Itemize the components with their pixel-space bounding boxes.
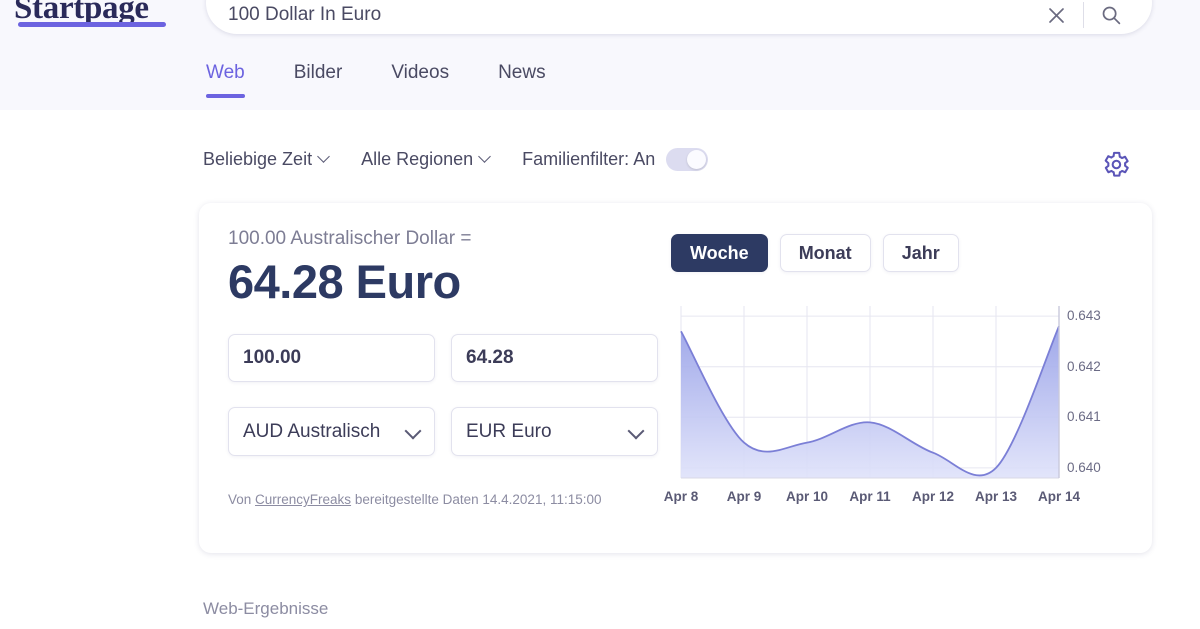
chart-svg	[680, 306, 1060, 479]
x-axis-tick-label: Apr 8	[663, 489, 699, 504]
time-filter-dropdown[interactable]: Beliebige Zeit	[203, 149, 330, 170]
y-axis-tick-label: 0.642	[1067, 358, 1101, 374]
attrib-suffix: bereitgestellte Daten 14.4.2021, 11:15:0…	[351, 492, 602, 508]
search-tabs: Web Bilder Videos News	[206, 62, 595, 98]
web-results-heading: Web-Ergebnisse	[203, 599, 329, 618]
y-axis-tick-label: 0.641	[1067, 409, 1101, 425]
region-filter-label: Alle Regionen	[361, 149, 474, 169]
currency-from-select[interactable]: AUD Australisch	[228, 407, 435, 457]
submit-search-button[interactable]	[1094, 0, 1128, 32]
attrib-prefix: Von	[228, 492, 256, 508]
chevron-down-icon	[319, 152, 330, 163]
time-filter-label: Beliebige Zeit	[203, 149, 313, 169]
x-axis-tick-label: Apr 12	[911, 489, 955, 504]
filter-bar: Beliebige Zeit Alle Regionen Familienfil…	[203, 148, 709, 171]
search-input[interactable]	[228, 4, 1039, 26]
currency-converter-card: 100.00 Australischer Dollar = 64.28 Euro…	[199, 203, 1152, 553]
search-bar-icons	[1039, 0, 1128, 32]
settings-button[interactable]	[1096, 145, 1134, 183]
x-axis-tick-label: Apr 9	[726, 489, 762, 504]
toggle-knob	[687, 150, 707, 169]
range-selector: Woche Monat Jahr	[671, 234, 1131, 272]
tab-news[interactable]: News	[498, 62, 546, 98]
currencyfreaks-link[interactable]: CurrencyFreaks	[255, 492, 351, 507]
family-filter-toggle[interactable]	[666, 148, 709, 171]
currency-to-select[interactable]: EUR Euro	[451, 407, 658, 457]
logo-underline-swoosh	[18, 22, 166, 27]
search-icon	[1102, 6, 1120, 24]
y-axis-tick-label: 0.643	[1067, 308, 1101, 324]
tab-web[interactable]: Web	[206, 62, 245, 98]
clear-search-button[interactable]	[1039, 0, 1073, 32]
x-axis-tick-label: Apr 14	[1037, 489, 1081, 504]
chevron-down-icon	[480, 152, 491, 163]
chevron-down-icon	[630, 425, 643, 438]
chevron-down-icon	[407, 425, 420, 438]
amount-from-input[interactable]	[228, 334, 435, 383]
x-axis-tick-label: Apr 13	[974, 489, 1018, 504]
data-attribution: Von CurrencyFreaks bereitgestellte Daten…	[228, 490, 613, 510]
amount-fields-row	[228, 334, 668, 383]
currency-selects-row: AUD Australisch EUR Euro	[228, 407, 668, 457]
gear-icon	[1104, 151, 1129, 177]
converter-left-panel: 100.00 Australischer Dollar = 64.28 Euro…	[228, 228, 668, 510]
amount-to-input[interactable]	[451, 334, 658, 383]
tab-videos[interactable]: Videos	[391, 62, 449, 98]
search-bar	[206, 0, 1152, 34]
chart-panel: Woche Monat Jahr 0.643 0.642 0.641 0.640 Apr…	[664, 234, 1131, 517]
y-axis-tick-label: 0.640	[1067, 459, 1101, 475]
close-icon	[1048, 7, 1064, 23]
family-filter-label: Familienfilter: An	[522, 149, 656, 169]
x-axis-tick-label: Apr 11	[849, 489, 891, 504]
conversion-source-line: 100.00 Australischer Dollar =	[228, 228, 472, 249]
search-divider	[1083, 2, 1084, 28]
x-axis-tick-label: Apr 10	[785, 489, 829, 504]
conversion-result: 64.28 Euro	[228, 255, 461, 308]
region-filter-dropdown[interactable]: Alle Regionen	[361, 149, 491, 170]
tab-bilder[interactable]: Bilder	[294, 62, 343, 98]
range-week-button[interactable]: Woche	[671, 234, 768, 272]
currency-to-label: EUR Euro	[466, 420, 552, 442]
rate-chart: 0.643 0.642 0.641 0.640 Apr 8 Apr 9 Apr 10 Apr …	[664, 292, 1131, 517]
range-month-button[interactable]: Monat	[779, 234, 871, 272]
range-year-button[interactable]: Jahr	[882, 234, 959, 272]
page-root: Startpage Web Bilder Videos News	[0, 0, 1200, 629]
currency-from-label: AUD Australisch	[243, 420, 381, 442]
